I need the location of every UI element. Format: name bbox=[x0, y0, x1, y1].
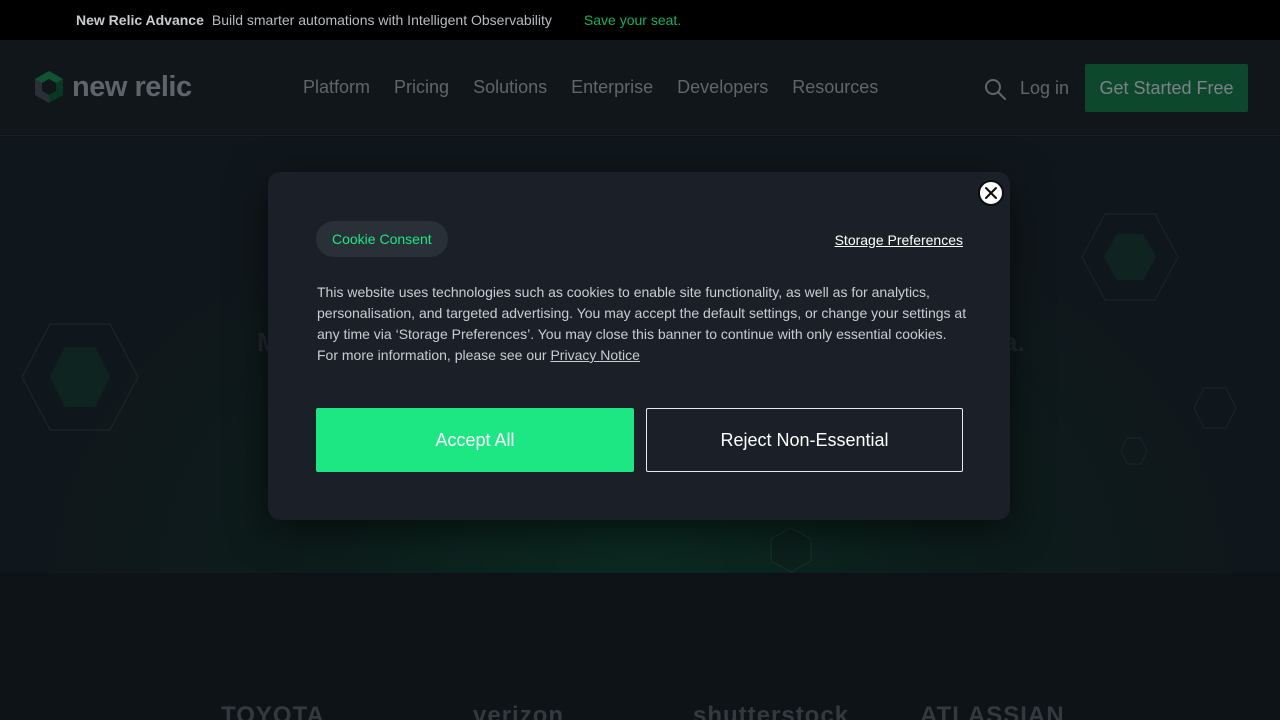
close-button[interactable] bbox=[978, 180, 1004, 206]
cookie-description-text: This website uses technologies such as c… bbox=[317, 284, 967, 363]
promo-brand: New Relic Advance bbox=[76, 12, 204, 28]
accept-all-button[interactable]: Accept All bbox=[316, 408, 634, 472]
cookie-description: This website uses technologies such as c… bbox=[317, 282, 967, 366]
close-icon bbox=[985, 187, 997, 199]
reject-non-essential-button[interactable]: Reject Non-Essential bbox=[646, 408, 963, 472]
cookie-consent-badge: Cookie Consent bbox=[316, 221, 448, 257]
promo-message: Build smarter automations with Intellige… bbox=[211, 12, 552, 28]
save-seat-link[interactable]: Save your seat. bbox=[584, 12, 681, 28]
storage-preferences-link[interactable]: Storage Preferences bbox=[835, 232, 963, 248]
announcement-bar: New Relic Advance Build smarter automati… bbox=[0, 0, 1280, 40]
privacy-notice-link[interactable]: Privacy Notice bbox=[550, 347, 639, 363]
cookie-consent-modal: Cookie Consent Storage Preferences This … bbox=[268, 172, 1010, 520]
